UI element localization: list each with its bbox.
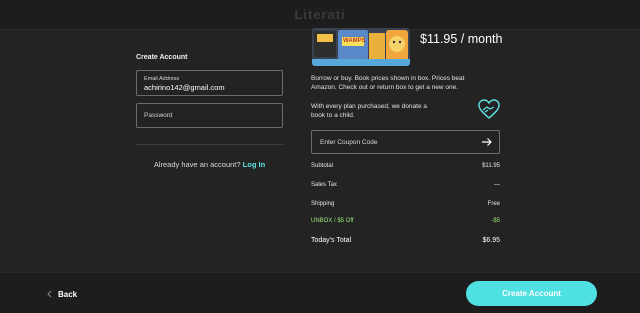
create-account-label: Create Account [502,289,561,298]
subtotal-row: Subtotal $11.95 [311,163,500,169]
tax-value: — [494,182,500,188]
form-divider [136,144,283,145]
shipping-row: Shipping Free [311,201,500,207]
login-link[interactable]: Log In [243,160,266,169]
donation-note: With every plan purchased, we donate a b… [311,103,427,119]
password-field[interactable]: Password [136,103,283,128]
create-account-heading: Create Account [136,54,188,61]
create-account-button[interactable]: Create Account [466,281,597,306]
plan-description: Borrow or buy. Book prices shown in box.… [311,75,465,91]
back-label: Back [58,289,78,299]
email-value[interactable]: achirino142@gmail.com [144,83,225,92]
login-prompt: Already have an account? [153,160,241,169]
page-content: Create Account Email Address achirino142… [0,28,640,272]
footer-bar: Back Create Account [0,272,640,313]
top-bar: Literati [0,0,640,30]
email-field[interactable]: Email Address achirino142@gmail.com [136,70,283,96]
total-label: Today's Total [311,237,352,244]
subtotal-value: $11.95 [482,163,500,169]
shipping-value: Free [487,201,500,207]
discount-row: UNBOX / $5 Off -$5 [311,218,500,224]
brand-logo[interactable]: Literati [0,7,640,22]
back-button[interactable]: Back [46,286,77,302]
box-title: WAMPS [343,38,366,44]
discount-value: -$5 [491,218,500,224]
chevron-left-icon [47,290,52,298]
total-row: Today's Total $6.95 [311,237,500,244]
tax-row: Sales Tax — [311,182,500,188]
total-value: $6.95 [482,237,500,244]
box-image: WAMPS [312,28,410,66]
password-placeholder: Password [144,112,173,119]
plan-price: $11.95 / month [420,32,503,46]
subtotal-label: Subtotal [311,163,334,169]
discount-label: UNBOX / $5 Off [311,218,354,224]
login-prompt-line: Already have an account? Log In [136,160,283,169]
heart-hands-icon [478,99,500,119]
shipping-label: Shipping [311,201,335,207]
box-illustration [312,28,410,66]
coupon-placeholder: Enter Coupon Code [320,139,378,146]
email-label: Email Address [144,76,180,82]
coupon-input[interactable]: Enter Coupon Code [311,130,500,154]
tax-label: Sales Tax [311,182,337,188]
arrow-right-icon[interactable] [481,137,493,147]
